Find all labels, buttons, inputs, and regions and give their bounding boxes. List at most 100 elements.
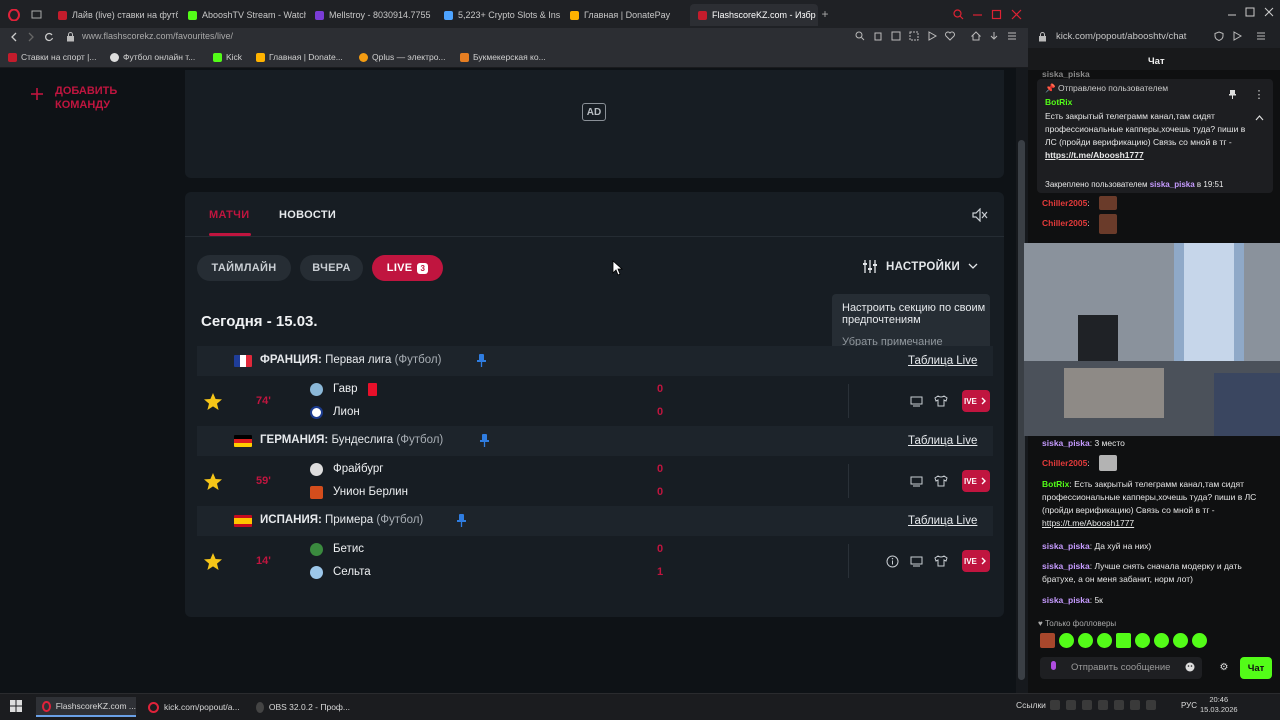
- taskbar-item[interactable]: FlashscoreKZ.com ...: [36, 697, 136, 717]
- pin-icon[interactable]: [476, 353, 487, 368]
- minimize-icon[interactable]: [1227, 9, 1237, 19]
- home-icon[interactable]: [971, 31, 981, 41]
- emote-icon[interactable]: [1173, 633, 1188, 648]
- filter-yesterday[interactable]: ВЧЕРА: [300, 255, 363, 281]
- lineup-shirt-icon[interactable]: [934, 555, 948, 567]
- search-tabs-icon[interactable]: [953, 9, 964, 20]
- tray-icon[interactable]: [1114, 700, 1124, 710]
- bookmark-item[interactable]: Футбол онлайн т...: [110, 52, 195, 62]
- lineup-shirt-icon[interactable]: [934, 395, 948, 407]
- minimize-icon[interactable]: [972, 9, 983, 20]
- bookmark-item[interactable]: Букмекерская ко...: [460, 52, 546, 62]
- back-icon[interactable]: [9, 32, 19, 42]
- close-window-icon[interactable]: [1264, 7, 1274, 17]
- favorite-star-icon[interactable]: [204, 553, 222, 570]
- menu-icon[interactable]: [1256, 31, 1266, 41]
- pin-icon[interactable]: [479, 433, 490, 448]
- shield-icon[interactable]: [1214, 31, 1224, 41]
- home-team[interactable]: Бетис: [333, 543, 364, 555]
- reload-icon[interactable]: [44, 32, 54, 42]
- extension-icon[interactable]: [873, 31, 883, 41]
- download-icon[interactable]: [989, 31, 999, 41]
- home-team[interactable]: Фрайбург: [333, 463, 384, 475]
- bookmark-item[interactable]: Ставки на спорт |...: [8, 52, 96, 62]
- table-live-link[interactable]: Таблица Live: [908, 435, 977, 447]
- emote-icon[interactable]: [1135, 633, 1150, 648]
- away-team[interactable]: Лион: [333, 406, 360, 418]
- mute-icon[interactable]: [972, 208, 988, 222]
- emote-icon[interactable]: [1040, 633, 1055, 648]
- tray-links-label[interactable]: Ссылки: [1016, 700, 1046, 710]
- pin-icon[interactable]: [1228, 89, 1237, 100]
- lineup-shirt-icon[interactable]: [934, 475, 948, 487]
- menu-icon[interactable]: [1007, 31, 1017, 41]
- more-options-icon[interactable]: ⋮: [1254, 89, 1265, 101]
- taskbar-item[interactable]: OBS 32.0.2 - Проф...: [250, 697, 350, 717]
- microphone-icon[interactable]: [1049, 661, 1058, 674]
- emote-icon[interactable]: [1097, 633, 1112, 648]
- table-live-link[interactable]: Таблица Live: [908, 355, 977, 367]
- taskbar-item[interactable]: kick.com/popout/a...: [142, 697, 247, 717]
- filter-timeline[interactable]: ТАЙМЛАЙН: [197, 255, 291, 281]
- pin-icon[interactable]: [456, 513, 467, 528]
- tv-icon[interactable]: [910, 396, 923, 407]
- new-tab-icon[interactable]: +: [820, 7, 830, 21]
- lock-icon[interactable]: [1038, 32, 1047, 42]
- tab-matches[interactable]: МАТЧИ: [209, 209, 249, 221]
- browser-tab-active[interactable]: FlashscoreKZ.com - Избр: [690, 4, 818, 26]
- away-team[interactable]: Сельта: [333, 566, 371, 578]
- browser-tab[interactable]: 5,223+ Crypto Slots & Insta: [436, 4, 560, 26]
- home-team[interactable]: Гавр: [333, 383, 357, 395]
- add-team-link[interactable]: ДОБАВИТЬ КОМАНДУ: [55, 84, 117, 112]
- emote-icon[interactable]: [1059, 633, 1074, 648]
- emote-icon[interactable]: [1116, 633, 1131, 648]
- league-name[interactable]: ФРАНЦИЯ: Первая лига (Футбол): [260, 354, 441, 366]
- favorite-star-icon[interactable]: [204, 473, 222, 490]
- chat-url-text[interactable]: kick.com/popout/abooshtv/chat: [1056, 31, 1186, 42]
- tray-icon[interactable]: [1066, 700, 1076, 710]
- opera-logo-icon[interactable]: [8, 9, 20, 21]
- lock-icon[interactable]: [66, 32, 75, 42]
- chat-input-placeholder[interactable]: Отправить сообщение: [1071, 662, 1170, 673]
- table-live-link[interactable]: Таблица Live: [908, 515, 977, 527]
- league-name[interactable]: ГЕРМАНИЯ: Бундеслига (Футбол): [260, 434, 443, 446]
- live-match-button[interactable]: IVE: [962, 550, 990, 572]
- emote-icon[interactable]: [1192, 633, 1207, 648]
- language-indicator[interactable]: РУС: [1181, 701, 1197, 710]
- chevron-up-icon[interactable]: [1255, 114, 1264, 122]
- forward-icon[interactable]: [26, 32, 36, 42]
- taskbar-clock[interactable]: 20:46 15.03.2026: [1200, 695, 1238, 715]
- bookmark-item[interactable]: Qplus — электро...: [359, 52, 446, 62]
- zoom-icon[interactable]: [855, 31, 865, 41]
- info-icon[interactable]: [886, 555, 899, 568]
- tray-icon[interactable]: [1146, 700, 1156, 710]
- tray-icon[interactable]: [1130, 700, 1140, 710]
- bookmark-item[interactable]: Главная | Donate...: [256, 52, 343, 62]
- play-icon[interactable]: [927, 31, 937, 41]
- emote-icon[interactable]: [1078, 633, 1093, 648]
- snapshot-icon[interactable]: [891, 31, 901, 41]
- url-text[interactable]: www.flashscorekz.com/favourites/live/: [82, 31, 233, 41]
- browser-tab[interactable]: Главная | DonatePay: [562, 4, 688, 26]
- tv-icon[interactable]: [910, 556, 923, 567]
- tray-icon[interactable]: [1082, 700, 1092, 710]
- live-match-button[interactable]: IVE: [962, 470, 990, 492]
- pinned-user[interactable]: BotRix: [1045, 96, 1072, 109]
- browser-tab[interactable]: Mellstroy - 8030914.7755: [307, 4, 435, 26]
- tab-news[interactable]: НОВОСТИ: [279, 209, 336, 221]
- emoji-icon[interactable]: [1185, 662, 1195, 672]
- maximize-icon[interactable]: [991, 9, 1002, 20]
- tray-icon[interactable]: [1098, 700, 1108, 710]
- tray-icon[interactable]: [1050, 700, 1060, 710]
- tab-menu-icon[interactable]: [31, 9, 42, 20]
- capture-icon[interactable]: [909, 31, 919, 41]
- chat-send-button[interactable]: Чат: [1240, 657, 1272, 679]
- browser-tab[interactable]: AbooshTV Stream - Watch: [180, 4, 306, 26]
- settings-dropdown[interactable]: НАСТРОЙКИ: [862, 259, 978, 274]
- live-match-button[interactable]: IVE: [962, 390, 990, 412]
- pinned-link[interactable]: https://t.me/Aboosh1777: [1045, 150, 1144, 160]
- browser-tab[interactable]: Лайв (live) ставки на футб: [50, 4, 178, 26]
- bookmark-item[interactable]: Kick: [213, 52, 242, 62]
- settings-gear-icon[interactable]: ⚙: [1219, 662, 1229, 673]
- maximize-icon[interactable]: [1245, 7, 1255, 17]
